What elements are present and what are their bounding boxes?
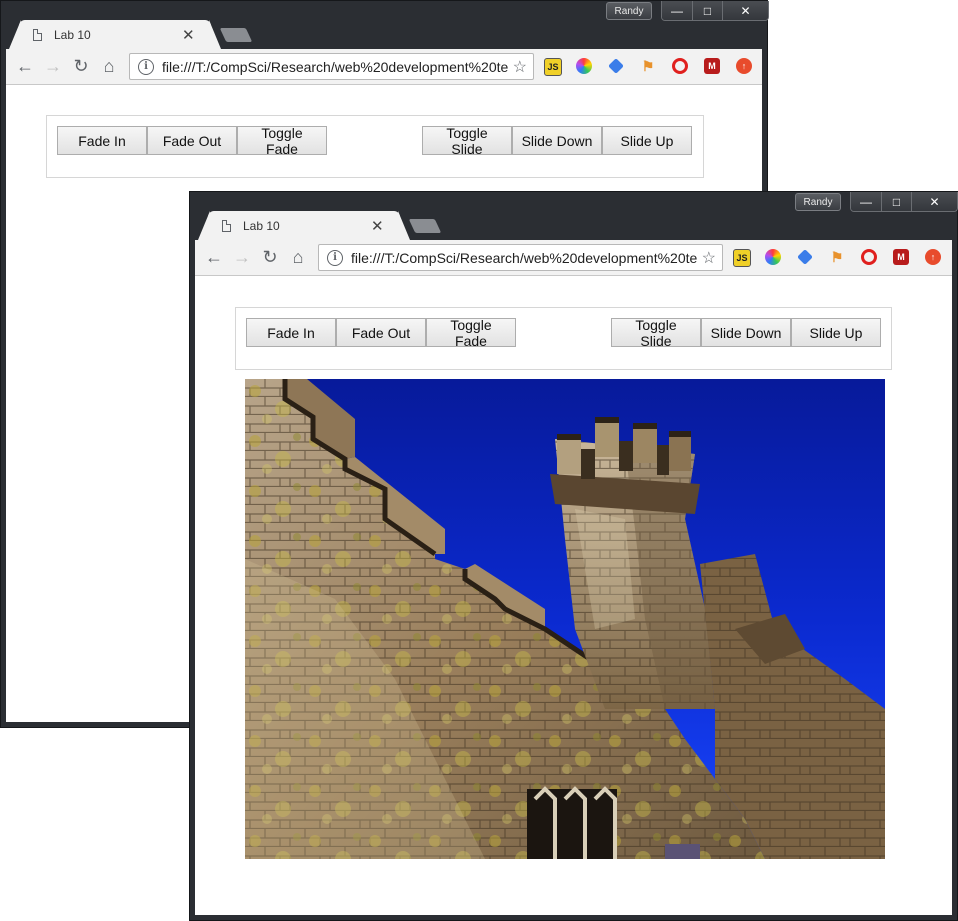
- address-bar[interactable]: i file:///T:/CompSci/Research/web%20deve…: [318, 244, 723, 271]
- slide-up-button[interactable]: Slide Up: [602, 126, 692, 155]
- page-icon: [222, 219, 231, 232]
- maximize-icon[interactable]: □: [881, 192, 911, 211]
- new-tab-button[interactable]: [219, 28, 253, 42]
- opera-extension-icon[interactable]: [861, 249, 877, 265]
- back-arrow-icon[interactable]: ←: [14, 56, 36, 76]
- toggle-slide-button[interactable]: Toggle Slide: [422, 125, 512, 157]
- forward-arrow-icon[interactable]: →: [42, 56, 64, 76]
- new-tab-button[interactable]: [408, 219, 442, 233]
- bookmark-star-icon[interactable]: ☆: [702, 248, 716, 268]
- forward-arrow-icon[interactable]: →: [231, 247, 253, 267]
- js-extension-icon[interactable]: JS: [544, 58, 562, 76]
- red-upload-extension-icon[interactable]: ↑: [736, 58, 752, 74]
- info-icon[interactable]: i: [138, 58, 154, 75]
- castle-tower-photo: [245, 379, 885, 859]
- blue-diamond-extension-icon[interactable]: [608, 58, 624, 74]
- address-bar[interactable]: i file:///T:/CompSci/Research/web%20deve…: [129, 53, 534, 80]
- browser-toolbar: ← → ↻ ⌂ i file:///T:/CompSci/Research/we…: [6, 49, 762, 85]
- home-icon[interactable]: ⌂: [98, 56, 120, 76]
- tab-title: Lab 10: [243, 218, 280, 233]
- reload-icon[interactable]: ↻: [70, 56, 92, 76]
- slide-down-button[interactable]: Slide Down: [701, 318, 791, 347]
- opera-extension-icon[interactable]: [672, 58, 688, 74]
- js-extension-icon[interactable]: JS: [733, 249, 751, 267]
- address-url: file:///T:/CompSci/Research/web%20develo…: [351, 249, 698, 266]
- profile-button[interactable]: Randy: [606, 2, 652, 20]
- blue-diamond-extension-icon[interactable]: [797, 249, 813, 265]
- browser-window-foreground: Randy — □ ✕ Lab 10 ✕ ← → ↻ ⌂ i file:///T…: [189, 191, 958, 921]
- color-wheel-extension-icon[interactable]: [576, 58, 592, 74]
- minimize-icon[interactable]: —: [662, 1, 692, 20]
- tab-close-icon[interactable]: ✕: [182, 26, 195, 44]
- maximize-icon[interactable]: □: [692, 1, 722, 20]
- button-bar: Fade In Fade Out Toggle Fade Toggle Slid…: [235, 307, 892, 370]
- slide-up-button[interactable]: Slide Up: [791, 318, 881, 347]
- profile-button[interactable]: Randy: [795, 193, 841, 211]
- fade-out-button[interactable]: Fade Out: [147, 126, 237, 155]
- toggle-fade-button[interactable]: Toggle Fade: [237, 125, 327, 157]
- color-wheel-extension-icon[interactable]: [765, 249, 781, 265]
- orange-flag-extension-icon[interactable]: ⚑: [829, 249, 845, 265]
- browser-tab[interactable]: Lab 10 ✕: [9, 20, 221, 49]
- bookmark-star-icon[interactable]: ☆: [513, 57, 527, 77]
- tab-close-icon[interactable]: ✕: [371, 217, 384, 235]
- page-viewport: Fade In Fade Out Toggle Fade Toggle Slid…: [195, 276, 952, 915]
- browser-toolbar: ← → ↻ ⌂ i file:///T:/CompSci/Research/we…: [195, 240, 952, 276]
- red-m-extension-icon[interactable]: M: [704, 58, 720, 74]
- fade-in-button[interactable]: Fade In: [246, 318, 336, 347]
- button-bar: Fade In Fade Out Toggle Fade Toggle Slid…: [46, 115, 704, 178]
- fade-out-button[interactable]: Fade Out: [336, 318, 426, 347]
- back-arrow-icon[interactable]: ←: [203, 247, 225, 267]
- fade-in-button[interactable]: Fade In: [57, 126, 147, 155]
- red-m-extension-icon[interactable]: M: [893, 249, 909, 265]
- browser-tab[interactable]: Lab 10 ✕: [198, 211, 410, 240]
- close-icon[interactable]: ✕: [911, 192, 957, 211]
- orange-flag-extension-icon[interactable]: ⚑: [640, 58, 656, 74]
- tab-title: Lab 10: [54, 27, 91, 42]
- reload-icon[interactable]: ↻: [259, 247, 281, 267]
- close-icon[interactable]: ✕: [722, 1, 768, 20]
- red-upload-extension-icon[interactable]: ↑: [925, 249, 941, 265]
- toggle-fade-button[interactable]: Toggle Fade: [426, 317, 516, 349]
- page-icon: [33, 28, 42, 41]
- slide-down-button[interactable]: Slide Down: [512, 126, 602, 155]
- minimize-icon[interactable]: —: [851, 192, 881, 211]
- toggle-slide-button[interactable]: Toggle Slide: [611, 317, 701, 349]
- address-url: file:///T:/CompSci/Research/web%20develo…: [162, 58, 509, 75]
- info-icon[interactable]: i: [327, 249, 343, 266]
- home-icon[interactable]: ⌂: [287, 247, 309, 267]
